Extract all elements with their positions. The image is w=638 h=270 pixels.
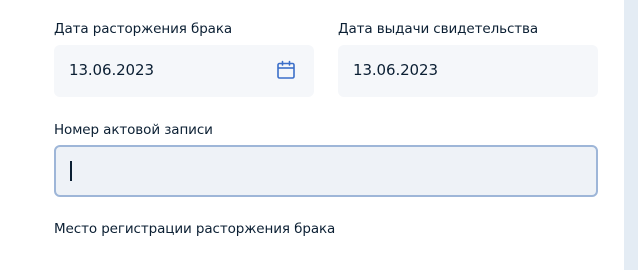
divorce-date-field[interactable]: 13.06.2023 (54, 45, 314, 97)
text-caret (70, 161, 72, 181)
certificate-date-field[interactable]: 13.06.2023 (338, 45, 598, 97)
record-number-input[interactable] (54, 145, 598, 197)
certificate-date-label: Дата выдачи свидетельства (338, 21, 539, 37)
registration-place-label: Место регистрации расторжения брака (54, 221, 336, 237)
certificate-date-value: 13.06.2023 (353, 61, 438, 79)
record-number-label: Номер актовой записи (54, 122, 213, 138)
divorce-date-value: 13.06.2023 (69, 61, 154, 79)
divorce-date-label: Дата расторжения брака (54, 21, 233, 37)
calendar-icon[interactable] (276, 60, 296, 80)
form-card: Дата расторжения брака 13.06.2023 Дата в… (0, 0, 624, 270)
